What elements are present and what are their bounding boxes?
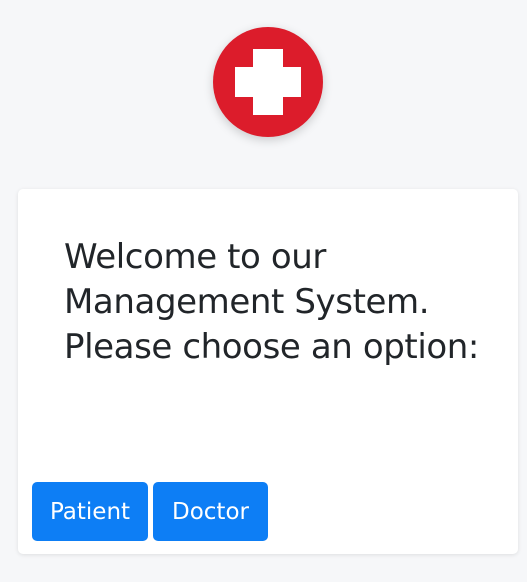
welcome-card: Welcome to our Management System. Please… <box>18 189 518 554</box>
patient-button[interactable]: Patient <box>32 482 148 541</box>
doctor-button[interactable]: Doctor <box>153 482 268 541</box>
cross-horizontal-bar <box>235 67 301 97</box>
medical-cross-icon <box>213 27 323 137</box>
welcome-heading: Welcome to our Management System. Please… <box>64 237 479 367</box>
